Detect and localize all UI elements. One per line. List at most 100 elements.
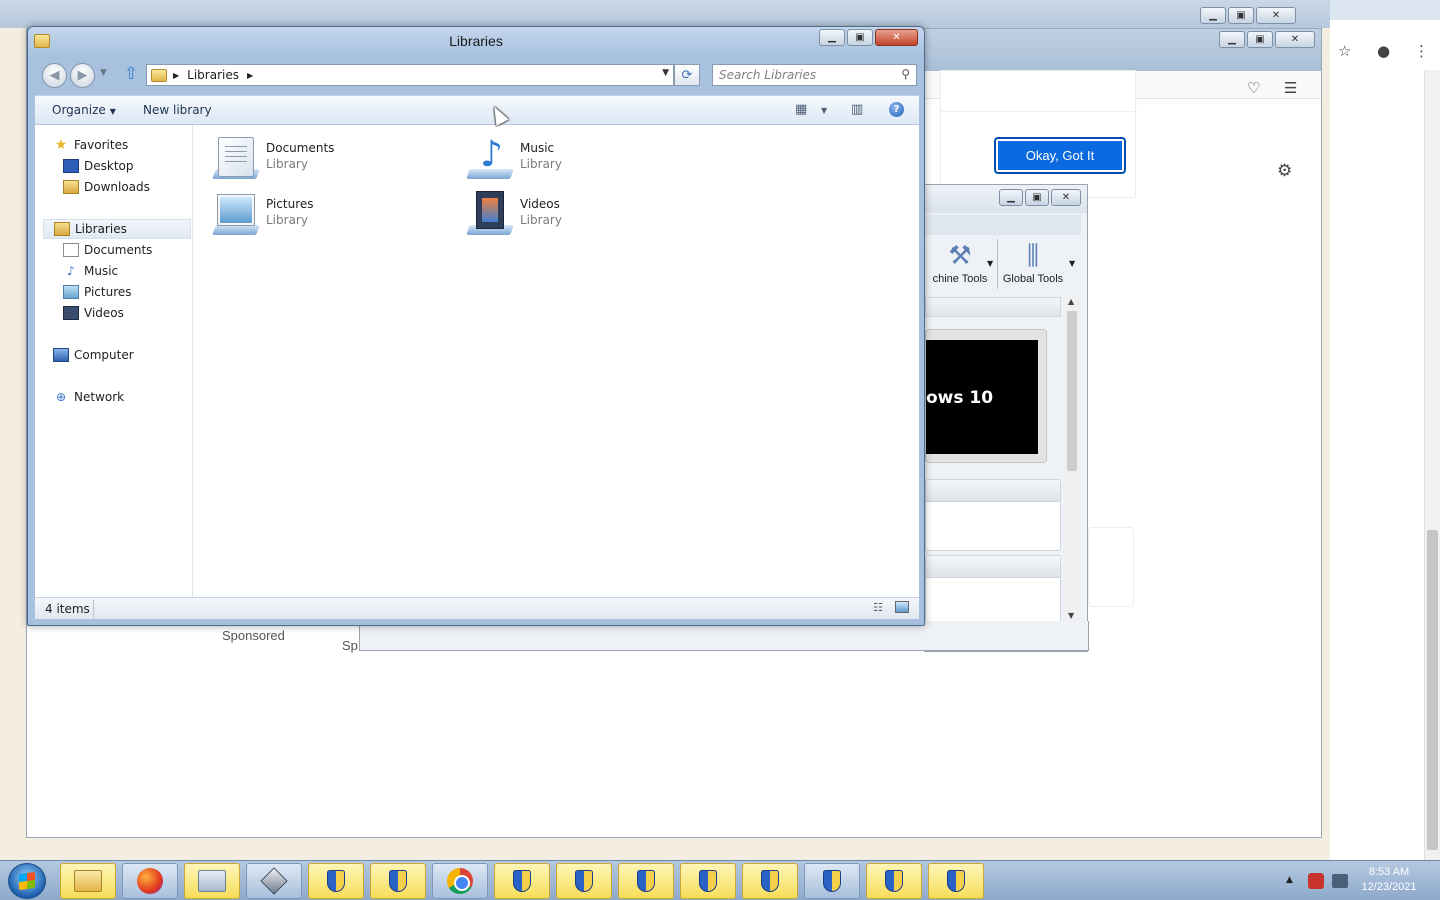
maximize-icon[interactable]: ▣ (847, 29, 873, 46)
taskbar-firefox[interactable] (122, 863, 178, 899)
menu-icon[interactable]: ☰ (1284, 79, 1297, 97)
vbox-scrollbar-thumb[interactable] (1067, 311, 1077, 471)
pocket-icon[interactable]: ♡ (1247, 79, 1260, 97)
address-dropdown-icon[interactable]: ▼ (662, 68, 669, 78)
address-bar[interactable]: ▶ Libraries ▶ ▼ (146, 64, 674, 86)
taskbar-uac-app[interactable] (494, 863, 550, 899)
taskbar-uac-app[interactable] (618, 863, 674, 899)
library-videos[interactable]: Videos Library (466, 189, 666, 241)
maximize-icon[interactable]: ▣ (1025, 189, 1049, 206)
taskbar-uac-app[interactable] (804, 863, 860, 899)
search-input[interactable] (719, 66, 889, 84)
recent-pages-chevron-icon[interactable]: ▼ (100, 68, 107, 78)
chevron-down-icon[interactable]: ▼ (1069, 259, 1075, 268)
virtualbox-icon (260, 867, 288, 895)
taskbar-uac-app[interactable] (308, 863, 364, 899)
network-icon: ⊕ (55, 390, 67, 404)
taskbar-performance-monitor[interactable] (184, 863, 240, 899)
sponsored-label-partial: Sp (342, 638, 358, 653)
breadcrumb-arrow-icon[interactable]: ▶ (173, 71, 179, 80)
shield-icon (637, 870, 655, 892)
minimize-icon[interactable]: ▁ (999, 189, 1023, 206)
settings-gear-icon[interactable]: ⚙ (1277, 161, 1292, 181)
taskbar-virtualbox[interactable] (246, 863, 302, 899)
show-hidden-icons-icon[interactable]: ▲ (1286, 875, 1293, 885)
breadcrumb-libraries[interactable]: Libraries (187, 68, 239, 82)
taskbar-uac-app[interactable] (680, 863, 736, 899)
up-arrow-icon[interactable]: ⇧ (124, 64, 138, 84)
browser-scrollbar-thumb[interactable] (1427, 530, 1438, 850)
organize-button[interactable]: Organize ▼ (52, 103, 116, 117)
nav-favorites[interactable]: ★ Favorites (53, 135, 129, 155)
shield-icon (761, 870, 779, 892)
start-button[interactable] (8, 863, 46, 899)
library-name: Pictures (266, 197, 314, 211)
breadcrumb-arrow-icon[interactable]: ▶ (247, 71, 253, 80)
tray-app-icon[interactable] (1308, 873, 1324, 889)
minimize-icon[interactable]: ▁ (819, 29, 845, 46)
change-view-icon[interactable]: ▦ (795, 102, 807, 117)
taskbar-uac-app[interactable] (370, 863, 426, 899)
nav-videos[interactable]: Videos (63, 303, 124, 323)
forward-arrow-icon[interactable]: ▶ (70, 63, 95, 88)
new-library-button[interactable]: New library (143, 103, 212, 117)
library-music[interactable]: ♪ Music Library (466, 133, 666, 185)
virtualbox-titlebar: ▁ ▣ ✕ (925, 185, 1087, 213)
close-icon[interactable]: ✕ (1051, 189, 1081, 206)
view-options-chevron-icon[interactable]: ▼ (821, 106, 827, 115)
large-icons-view-icon[interactable] (895, 601, 909, 613)
vbox-scrollbar[interactable] (1065, 297, 1079, 623)
machine-tools-label: chine Tools (932, 273, 988, 285)
nav-downloads[interactable]: Downloads (63, 177, 150, 197)
close-icon[interactable]: ✕ (1275, 31, 1315, 48)
search-icon[interactable]: ⚲ (901, 67, 910, 81)
library-pictures[interactable]: Pictures Library (212, 189, 412, 241)
chevron-down-icon[interactable]: ▼ (987, 259, 993, 268)
bookmark-star-icon[interactable]: ☆ (1338, 42, 1351, 60)
library-documents[interactable]: Documents Library (212, 133, 412, 185)
nav-network[interactable]: ⊕ Network (53, 387, 124, 407)
scroll-up-icon[interactable]: ▲ (1068, 297, 1074, 306)
taskbar-explorer[interactable] (60, 863, 116, 899)
system-tray: ▲ 8:53 AM 12/23/2021 (1282, 861, 1440, 900)
close-icon[interactable]: ✕ (1256, 7, 1296, 24)
libraries-folder-icon (151, 68, 167, 82)
maximize-icon[interactable]: ▣ (1247, 31, 1273, 48)
okay-got-it-button[interactable]: Okay, Got It (994, 137, 1126, 174)
minimize-icon[interactable]: ▁ (1219, 31, 1245, 48)
taskbar-chrome[interactable] (432, 863, 488, 899)
account-icon[interactable]: ● (1377, 42, 1390, 60)
taskbar-uac-app[interactable] (742, 863, 798, 899)
nav-documents[interactable]: Documents (63, 240, 152, 260)
taskbar-uac-app[interactable] (866, 863, 922, 899)
nav-network-label: Network (74, 390, 125, 404)
minimize-icon[interactable]: ▁ (1200, 7, 1226, 24)
clock[interactable]: 8:53 AM 12/23/2021 (1358, 865, 1420, 895)
nav-libraries[interactable]: Libraries (43, 219, 191, 239)
taskbar-uac-app[interactable] (556, 863, 612, 899)
nav-pictures[interactable]: Pictures (63, 282, 132, 302)
libraries-icon (54, 222, 70, 236)
search-box[interactable]: ⚲ (712, 64, 917, 86)
nav-computer[interactable]: Computer (53, 345, 134, 365)
close-icon[interactable]: ✕ (875, 29, 918, 46)
preview-pane-icon[interactable]: ▥ (851, 102, 863, 117)
refresh-icon[interactable]: ⟳ (674, 64, 700, 86)
global-tools-button[interactable]: ⫼ Global Tools (1001, 237, 1065, 289)
picture-frame (217, 194, 255, 226)
taskbar-uac-app[interactable] (928, 863, 984, 899)
help-icon[interactable]: ? (889, 102, 904, 117)
nav-desktop[interactable]: Desktop (63, 156, 134, 176)
nav-music[interactable]: ♪ Music (63, 261, 118, 281)
nav-pictures-label: Pictures (84, 285, 132, 299)
machine-tools-button[interactable]: ⚒ chine Tools (925, 237, 995, 289)
back-arrow-icon[interactable]: ◀ (42, 63, 67, 88)
browser-scrollbar[interactable] (1424, 70, 1440, 860)
nav-favorites-label: Favorites (74, 138, 129, 152)
more-options-icon[interactable]: ⋮ (1414, 42, 1429, 60)
maximize-icon[interactable]: ▣ (1228, 7, 1254, 24)
network-status-icon[interactable] (1332, 874, 1348, 888)
details-view-icon[interactable]: ☷ (873, 601, 883, 614)
library-name: Videos (520, 197, 560, 211)
scroll-down-icon[interactable]: ▼ (1068, 611, 1074, 620)
